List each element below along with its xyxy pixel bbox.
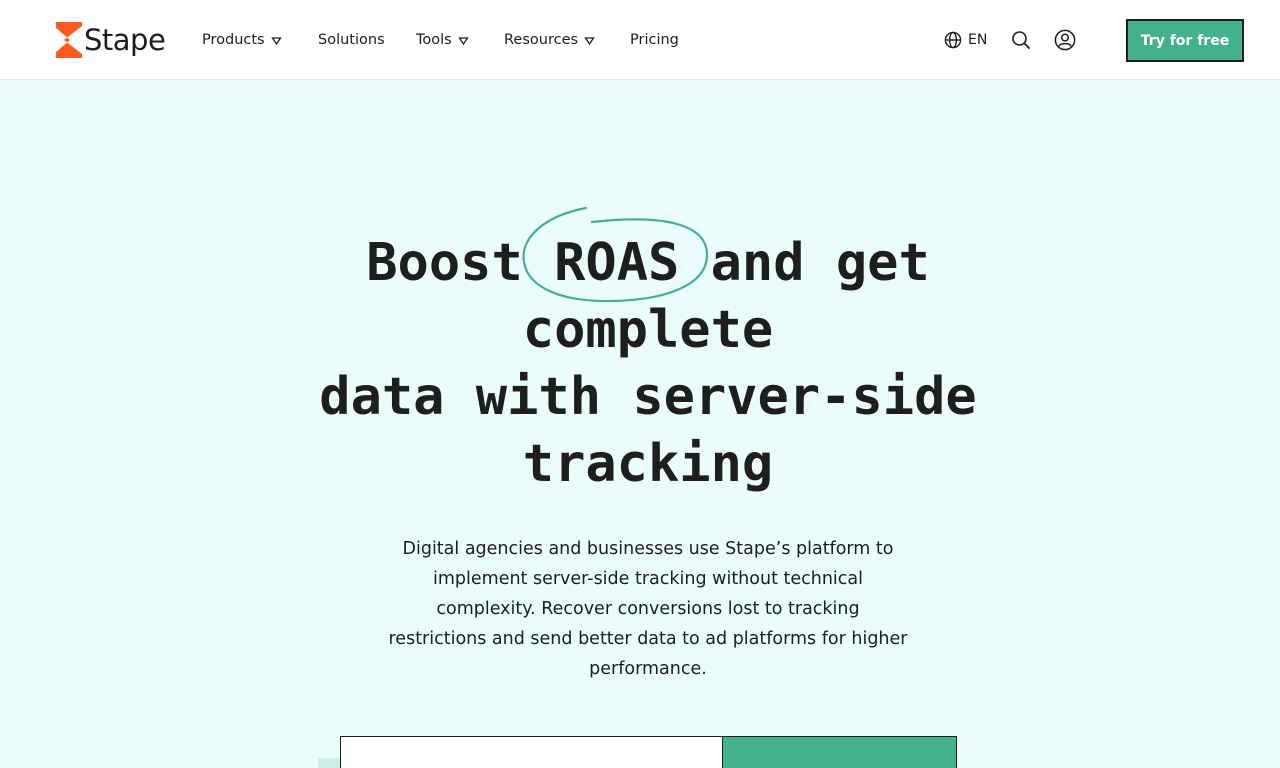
- user-icon: [1054, 29, 1076, 51]
- stape-logo-mark-icon: [56, 22, 82, 58]
- hero-description: Digital agencies and businesses use Stap…: [388, 539, 908, 679]
- stape-logo-text: Stape: [84, 22, 166, 57]
- account-button[interactable]: [1054, 29, 1076, 51]
- nav-resources-label: Resources: [504, 32, 579, 48]
- nav-products[interactable]: Products: [202, 30, 282, 50]
- nav-solutions[interactable]: Solutions: [318, 30, 385, 50]
- nav-resources[interactable]: Resources: [504, 30, 595, 50]
- hero-title-highlight: ROAS: [554, 233, 680, 293]
- nav-pricing[interactable]: Pricing: [630, 30, 679, 50]
- language-selector[interactable]: EN: [944, 30, 987, 50]
- try-for-free-button[interactable]: Try for free: [1126, 19, 1244, 62]
- nav-products-label: Products: [202, 32, 265, 48]
- hero-title: Boost ROAS and get complete data with se…: [240, 230, 1056, 498]
- chevron-down-icon: [458, 36, 469, 45]
- nav-solutions-label: Solutions: [318, 32, 385, 48]
- hero-title-part1: Boost: [366, 233, 523, 293]
- nav-pricing-label: Pricing: [630, 32, 679, 48]
- signup-submit-button[interactable]: [722, 736, 957, 768]
- nav-tools[interactable]: Tools: [416, 30, 469, 50]
- chevron-down-icon: [270, 36, 282, 45]
- top-navbar: Stape Products Solutions Tools Resources…: [0, 0, 1280, 80]
- nav-tools-label: Tools: [416, 32, 452, 48]
- globe-icon: [944, 31, 962, 49]
- hero-title-part3: data with server-side tracking: [319, 367, 977, 494]
- search-button[interactable]: [1010, 29, 1032, 51]
- email-field[interactable]: [340, 736, 724, 768]
- search-icon: [1012, 31, 1030, 49]
- chevron-down-icon: [584, 36, 595, 45]
- language-label: EN: [968, 32, 988, 48]
- stape-logo[interactable]: Stape: [56, 18, 166, 62]
